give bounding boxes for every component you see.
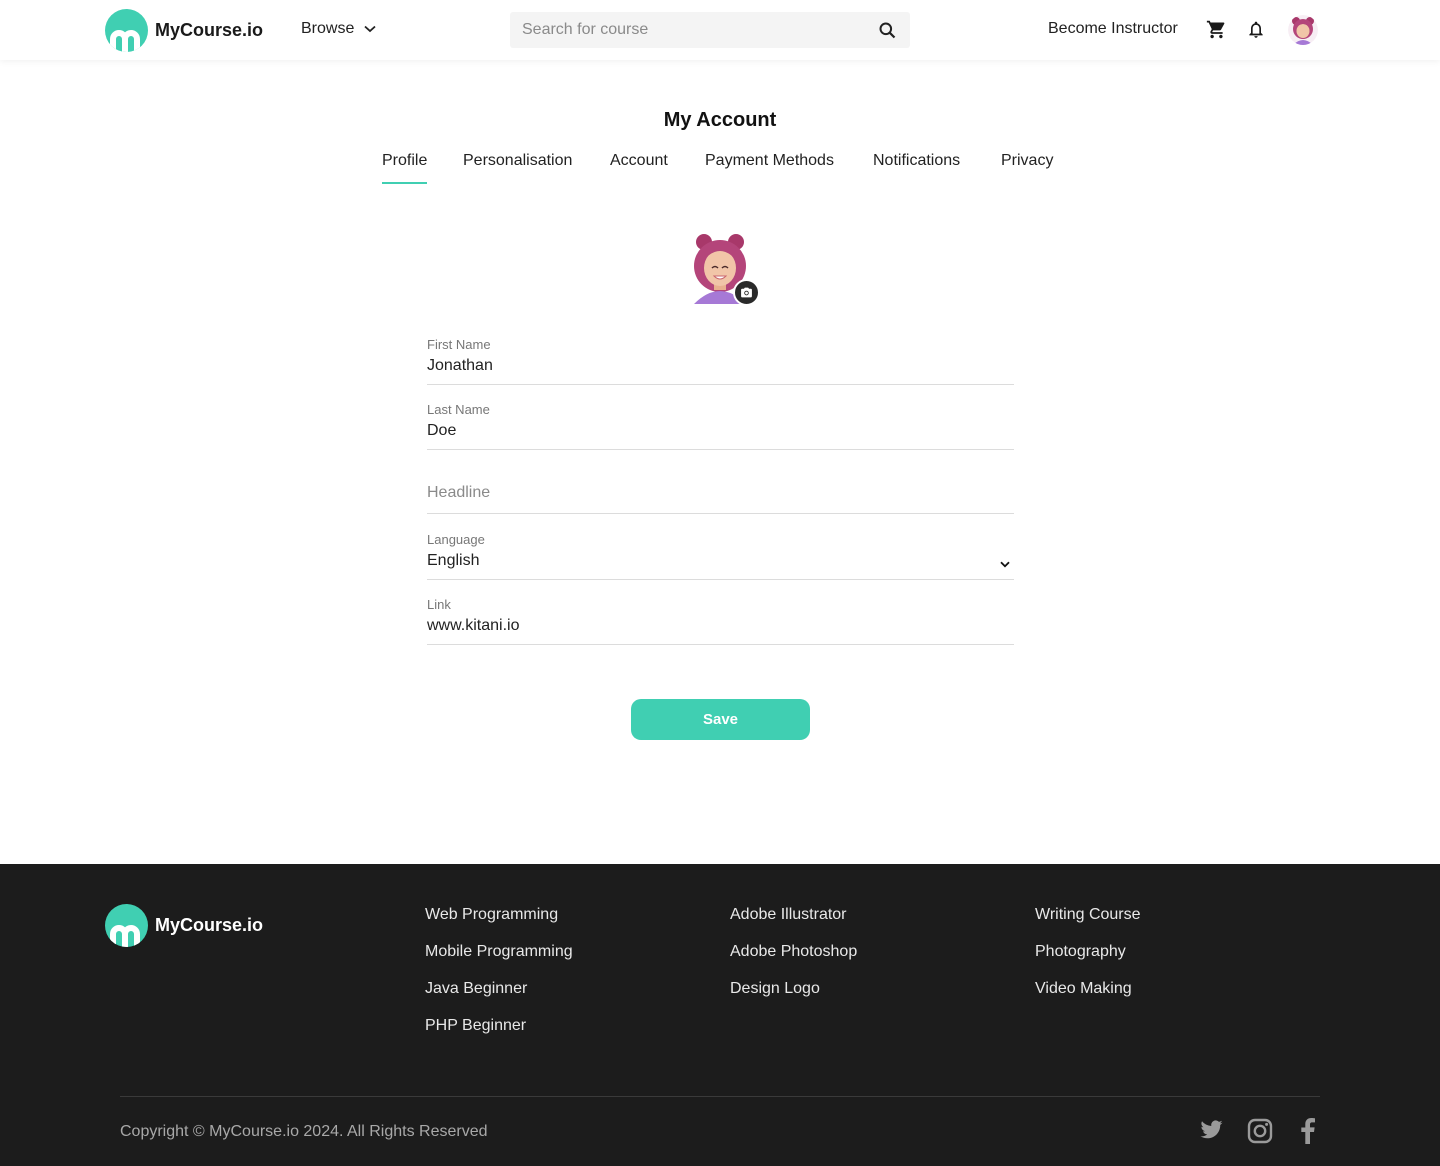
footer-link[interactable]: Adobe Photoshop — [730, 943, 857, 961]
browse-label: Browse — [301, 20, 355, 37]
chevron-down-icon — [364, 25, 376, 33]
language-value[interactable]: English — [427, 552, 479, 570]
logo-mark-icon — [105, 9, 148, 52]
footer-link[interactable]: Video Making — [1035, 980, 1132, 998]
footer-divider — [120, 1096, 1320, 1097]
change-photo-button[interactable] — [733, 279, 760, 306]
last-name-field[interactable]: Last Name Doe — [427, 402, 1014, 450]
tab-account[interactable]: Account — [610, 152, 668, 184]
last-name-value[interactable]: Doe — [427, 422, 456, 440]
page-title: My Account — [663, 109, 777, 131]
link-label: Link — [427, 597, 451, 612]
language-label: Language — [427, 532, 485, 547]
first-name-value[interactable]: Jonathan — [427, 357, 493, 375]
tab-privacy[interactable]: Privacy — [1001, 152, 1053, 184]
brand-name: MyCourse.io — [155, 20, 264, 40]
cart-icon[interactable] — [1206, 19, 1227, 40]
top-navbar: MyCourse.io Browse Become Instructor — [0, 0, 1440, 60]
last-name-label: Last Name — [427, 402, 490, 417]
footer-link[interactable]: Photography — [1035, 943, 1126, 961]
tab-payment-methods[interactable]: Payment Methods — [705, 152, 834, 184]
become-instructor-link[interactable]: Become Instructor — [1048, 20, 1178, 38]
camera-icon — [741, 287, 752, 298]
chevron-down-icon[interactable] — [1000, 561, 1010, 568]
headline-placeholder: Headline — [427, 484, 491, 501]
bell-icon[interactable] — [1246, 19, 1266, 40]
footer-link[interactable]: Adobe Illustrator — [730, 906, 847, 924]
footer-brand-logo[interactable]: MyCourse.io — [105, 904, 263, 947]
facebook-icon[interactable] — [1300, 1118, 1315, 1144]
footer-link[interactable]: Web Programming — [425, 906, 558, 924]
footer-link[interactable]: Design Logo — [730, 980, 820, 998]
footer-link[interactable]: Writing Course — [1035, 906, 1141, 924]
tab-profile[interactable]: Profile — [382, 152, 428, 184]
search-input[interactable] — [522, 12, 862, 48]
footer-link[interactable]: Mobile Programming — [425, 943, 573, 961]
twitter-icon[interactable] — [1199, 1118, 1224, 1142]
save-button[interactable]: Save — [631, 699, 810, 740]
footer-link[interactable]: Java Beginner — [425, 980, 527, 998]
tab-notifications[interactable]: Notifications — [873, 152, 960, 184]
first-name-field[interactable]: First Name Jonathan — [427, 337, 1014, 385]
link-value[interactable]: www.kitani.io — [427, 617, 519, 635]
headline-field[interactable]: Headline — [427, 467, 1014, 514]
brand-logo[interactable]: MyCourse.io — [105, 9, 263, 52]
language-select[interactable]: Language English — [427, 532, 1014, 580]
search-icon[interactable] — [879, 22, 896, 39]
logo-mark-icon — [105, 904, 148, 947]
footer: MyCourse.io Web Programming Mobile Progr… — [0, 864, 1440, 1166]
search-bar — [510, 12, 910, 48]
browse-menu[interactable]: Browse — [301, 20, 376, 38]
copyright-text: Copyright © MyCourse.io 2024. All Rights… — [120, 1123, 488, 1140]
tab-personalisation[interactable]: Personalisation — [463, 152, 572, 184]
footer-brand-name: MyCourse.io — [155, 915, 264, 935]
footer-link[interactable]: PHP Beginner — [425, 1017, 526, 1035]
link-field[interactable]: Link www.kitani.io — [427, 597, 1014, 645]
first-name-label: First Name — [427, 337, 491, 352]
instagram-icon[interactable] — [1247, 1118, 1273, 1144]
user-avatar[interactable] — [1288, 15, 1318, 45]
